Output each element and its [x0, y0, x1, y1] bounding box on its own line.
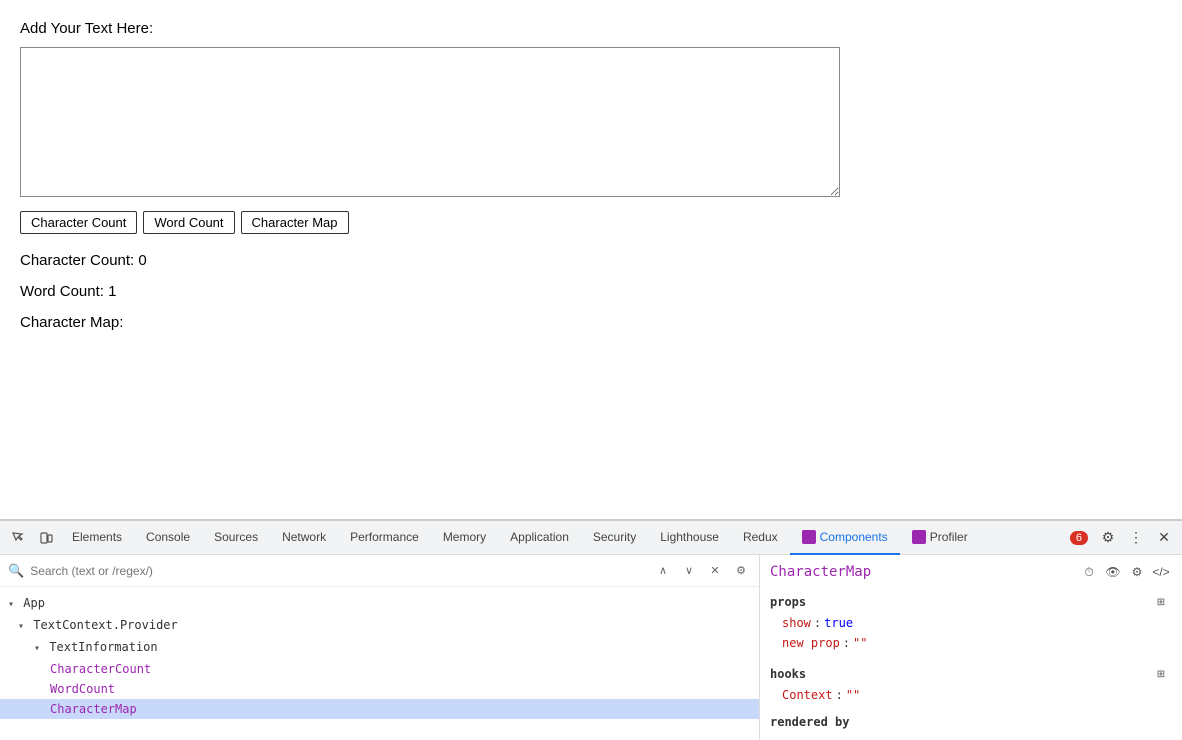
tab-lighthouse[interactable]: Lighthouse — [648, 521, 731, 555]
tab-network[interactable]: Network — [270, 521, 338, 555]
arrow-textinfo: ▾ — [34, 643, 40, 654]
tab-performance-label: Performance — [350, 530, 419, 544]
tab-sources[interactable]: Sources — [202, 521, 270, 555]
tab-elements-label: Elements — [72, 530, 122, 544]
rendered-by-label: rendered by — [770, 715, 849, 729]
word-count-button[interactable]: Word Count — [143, 211, 234, 234]
arrow-textcontext: ▾ — [18, 621, 24, 632]
hook-context-key: Context — [782, 688, 833, 702]
props-section: props ⊞ show:true new prop:"" — [770, 591, 1172, 653]
character-map-button[interactable]: Character Map — [241, 211, 349, 234]
devtools-panel: Elements Console Sources Network Perform… — [0, 520, 1182, 740]
props-title: props — [770, 595, 806, 609]
error-count-badge: 6 — [1070, 531, 1088, 545]
tab-application[interactable]: Application — [498, 521, 581, 555]
tab-profiler-label: Profiler — [930, 530, 968, 544]
add-text-label: Add Your Text Here: — [20, 20, 1162, 37]
components-icon — [802, 530, 816, 544]
hooks-section-header[interactable]: hooks ⊞ — [770, 663, 1172, 685]
word-count-result: Word Count: 1 — [20, 283, 1162, 300]
tab-profiler[interactable]: Profiler — [900, 521, 980, 555]
tab-lighthouse-label: Lighthouse — [660, 530, 719, 544]
tree-item-wordcount[interactable]: WordCount — [0, 679, 759, 699]
tree-item-textinfo[interactable]: ▾ TextInformation — [0, 637, 759, 659]
prop-show-value: true — [824, 616, 853, 630]
prop-show-key: show — [782, 616, 811, 630]
search-next-button[interactable]: ∨ — [679, 561, 699, 581]
tab-memory-label: Memory — [443, 530, 486, 544]
right-panel-icons: ⏱ 👁 ⚙ </> — [1078, 561, 1172, 583]
tab-elements[interactable]: Elements — [60, 521, 134, 555]
close-devtools-button[interactable]: ✕ — [1150, 524, 1178, 552]
tree-textinfo-label: TextInformation — [49, 640, 157, 654]
tab-console[interactable]: Console — [134, 521, 202, 555]
prop-newprop-value: "" — [853, 636, 867, 650]
hooks-expand-button[interactable]: ⊞ — [1150, 663, 1172, 685]
prop-newprop-key: new prop — [782, 636, 840, 650]
tab-network-label: Network — [282, 530, 326, 544]
tab-performance[interactable]: Performance — [338, 521, 431, 555]
hook-context-value: "" — [846, 688, 860, 702]
search-settings-button[interactable]: ⚙ — [731, 561, 751, 581]
tab-sources-label: Sources — [214, 530, 258, 544]
component-name: CharacterMap — [770, 564, 871, 580]
tab-memory[interactable]: Memory — [431, 521, 498, 555]
tree-item-textcontext[interactable]: ▾ TextContext.Provider — [0, 615, 759, 637]
props-section-header[interactable]: props ⊞ — [770, 591, 1172, 613]
search-icon: 🔍 — [8, 563, 24, 579]
device-toolbar-button[interactable] — [32, 524, 60, 552]
hooks-section: hooks ⊞ Context:"" — [770, 663, 1172, 705]
devtools-search-bar: 🔍 ∧ ∨ ✕ ⚙ — [0, 555, 759, 587]
props-expand-button[interactable]: ⊞ — [1150, 591, 1172, 613]
tab-components[interactable]: Components — [790, 521, 900, 555]
tree-app-label: App — [23, 596, 45, 610]
search-input[interactable] — [30, 564, 647, 578]
component-name-header: CharacterMap ⏱ 👁 ⚙ </> — [770, 561, 1172, 583]
tab-security[interactable]: Security — [581, 521, 648, 555]
tree-textcontext-label: TextContext.Provider — [33, 618, 178, 632]
char-count-result: Character Count: 0 — [20, 252, 1162, 269]
character-count-button[interactable]: Character Count — [20, 211, 137, 234]
tree-charmap-label: CharacterMap — [50, 702, 137, 716]
component-tree: ▾ App ▾ TextContext.Provider ▾ TextInfor… — [0, 587, 759, 740]
tree-item-charmap[interactable]: CharacterMap — [0, 699, 759, 719]
tab-redux[interactable]: Redux — [731, 521, 790, 555]
devtools-left-panel: 🔍 ∧ ∨ ✕ ⚙ ▾ App ▾ TextContext.Provider ▾ — [0, 555, 760, 740]
inspect-button[interactable]: 👁 — [1102, 561, 1124, 583]
tab-components-label: Components — [820, 530, 888, 544]
text-input[interactable] — [20, 47, 840, 197]
profiler-icon — [912, 530, 926, 544]
inspect-element-button[interactable] — [4, 524, 32, 552]
search-close-button[interactable]: ✕ — [705, 561, 725, 581]
rendered-by-section: rendered by — [770, 715, 1172, 729]
suspend-button[interactable]: ⏱ — [1078, 561, 1100, 583]
devtools-content: 🔍 ∧ ∨ ✕ ⚙ ▾ App ▾ TextContext.Provider ▾ — [0, 555, 1182, 740]
hook-context: Context:"" — [770, 685, 1172, 705]
devtools-tabs-bar: Elements Console Sources Network Perform… — [0, 521, 1182, 555]
tree-item-app[interactable]: ▾ App — [0, 593, 759, 615]
tree-item-charcount[interactable]: CharacterCount — [0, 659, 759, 679]
prop-newprop: new prop:"" — [770, 633, 1172, 653]
tab-application-label: Application — [510, 530, 569, 544]
devtools-right-panel: CharacterMap ⏱ 👁 ⚙ </> props ⊞ show:true — [760, 555, 1182, 740]
right-settings-button[interactable]: ⚙ — [1126, 561, 1148, 583]
tab-security-label: Security — [593, 530, 636, 544]
arrow-app: ▾ — [8, 599, 14, 610]
buttons-row: Character Count Word Count Character Map — [20, 211, 1162, 234]
tree-wordcount-label: WordCount — [50, 682, 115, 696]
prop-show: show:true — [770, 613, 1172, 633]
settings-button[interactable]: ⚙ — [1094, 524, 1122, 552]
search-prev-button[interactable]: ∧ — [653, 561, 673, 581]
tab-redux-label: Redux — [743, 530, 778, 544]
app-area: Add Your Text Here: Character Count Word… — [0, 0, 1182, 520]
char-map-result: Character Map: — [20, 314, 1162, 331]
tree-charcount-label: CharacterCount — [50, 662, 151, 676]
more-options-button[interactable]: ⋮ — [1122, 524, 1150, 552]
hooks-title: hooks — [770, 667, 806, 681]
tab-console-label: Console — [146, 530, 190, 544]
source-button[interactable]: </> — [1150, 561, 1172, 583]
